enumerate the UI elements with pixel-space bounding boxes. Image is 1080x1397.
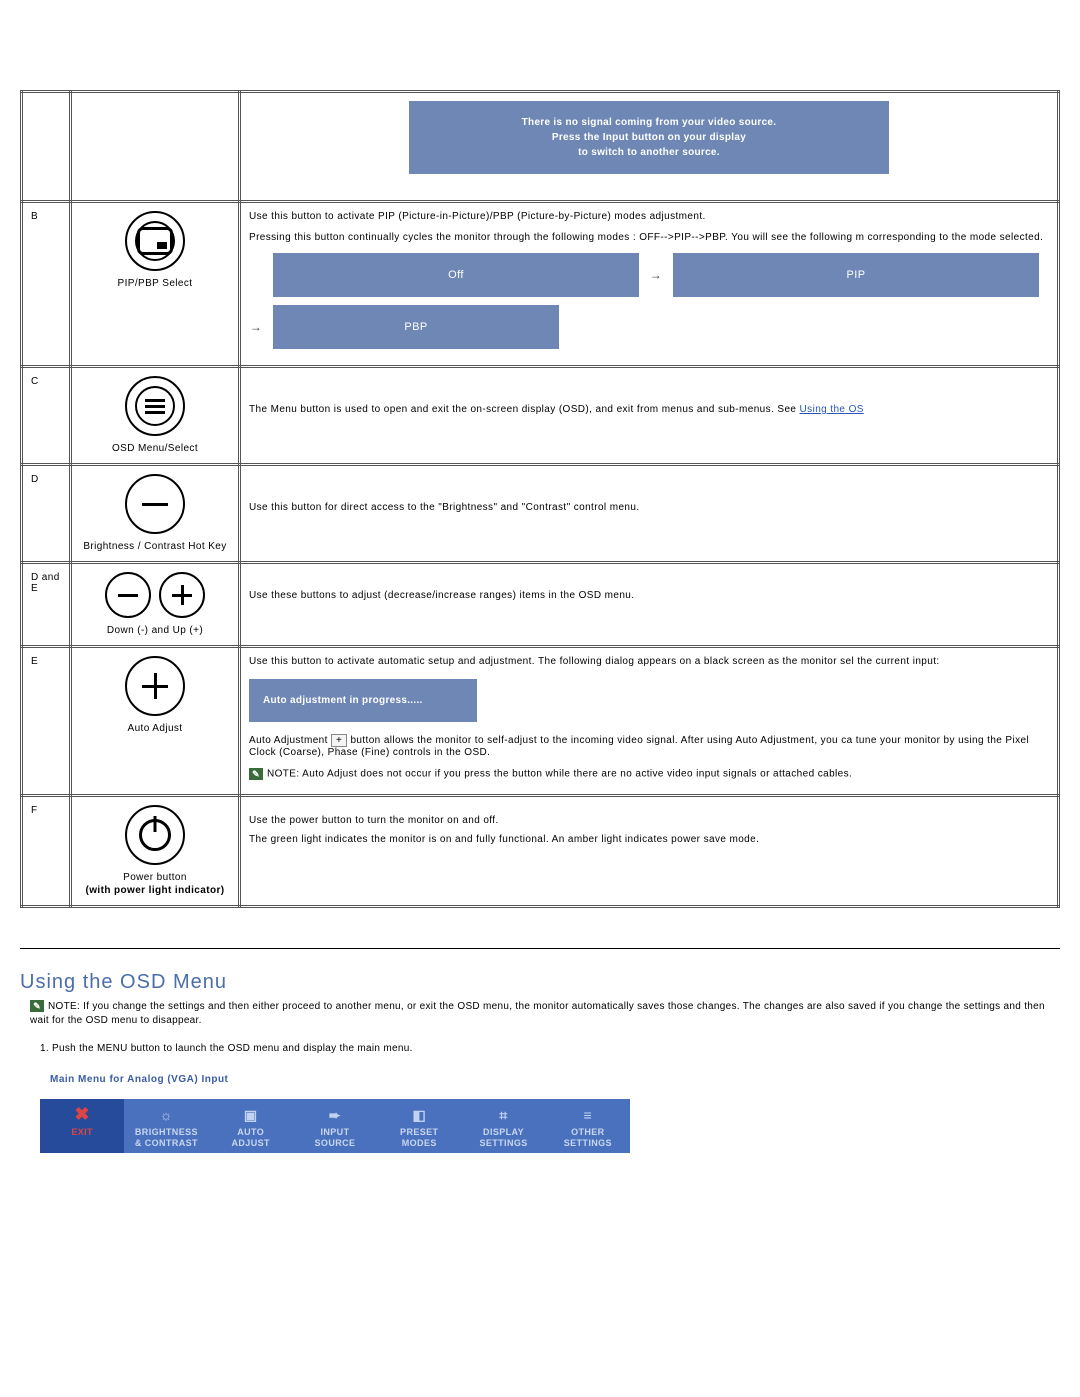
rowF-p1: Use the power button to turn the monitor… <box>249 815 1049 826</box>
row-icon-B: PIP/PBP Select <box>71 202 240 367</box>
rowDE-p1: Use these buttons to adjust (decrease/in… <box>249 590 1049 601</box>
osd-tab-exit-label: EXIT <box>71 1127 93 1137</box>
rowF-p2: The green light indicates the monitor is… <box>249 834 1049 845</box>
row-desc-F: Use the power button to turn the monitor… <box>240 796 1059 907</box>
input-source-icon: ➨ <box>295 1105 375 1125</box>
osd-menu-heading: Using the OSD Menu <box>20 971 1060 994</box>
cell-key-empty <box>22 92 71 202</box>
row-icon-D: Brightness / Contrast Hot Key <box>71 465 240 563</box>
row-icon-F: Power button (with power light indicator… <box>71 796 240 907</box>
minus-button-icon <box>125 474 185 534</box>
row-desc-B: Use this button to activate PIP (Picture… <box>240 202 1059 367</box>
osd-note-block: ✎NOTE: If you change the settings and th… <box>30 1000 1060 1027</box>
auto-adjust-caption: Auto Adjust <box>128 722 183 735</box>
auto-adjust-dialog: Auto adjustment in progress..... <box>249 679 477 722</box>
row-key-F: F <box>22 796 71 907</box>
row-desc-E: Use this button to activate automatic se… <box>240 647 1059 796</box>
no-signal-l1: There is no signal coming from your vide… <box>522 117 777 128</box>
osd-tab-preset-modes[interactable]: ◧ PRESETMODES <box>377 1099 461 1153</box>
rowB-p1: Use this button to activate PIP (Picture… <box>249 211 1049 222</box>
osd-tab-display-settings[interactable]: ⌗ DISPLAYSETTINGS <box>461 1099 545 1153</box>
row-key-C: C <box>22 367 71 465</box>
arrow-icon: → <box>649 268 663 282</box>
row-desc-C: The Menu button is used to open and exit… <box>240 367 1059 465</box>
cell-icon-empty <box>71 92 240 202</box>
rowE-p2a: Auto Adjustment <box>249 735 331 746</box>
display-settings-icon: ⌗ <box>463 1105 543 1125</box>
row-desc-DE: Use these buttons to adjust (decrease/in… <box>240 563 1059 647</box>
down-up-caption: Down (-) and Up (+) <box>107 624 203 637</box>
rowB-p2: Pressing this button continually cycles … <box>249 232 1049 243</box>
osd-tab-input-source[interactable]: ➨ INPUTSOURCE <box>293 1099 377 1153</box>
osd-tab-exit[interactable]: ✖ EXIT <box>40 1099 124 1153</box>
close-icon: ✖ <box>42 1105 122 1125</box>
menu-caption: OSD Menu/Select <box>112 442 198 455</box>
mode-off: Off <box>273 253 639 297</box>
down-button-icon <box>105 572 151 618</box>
row-key-B: B <box>22 202 71 367</box>
rowE-p1: Use this button to activate automatic se… <box>249 656 1049 667</box>
osd-note: NOTE: If you change the settings and the… <box>30 1001 1045 1026</box>
note-icon: ✎ <box>30 1000 44 1012</box>
power-button-icon <box>125 805 185 865</box>
row-icon-C: OSD Menu/Select <box>71 367 240 465</box>
rowC-p1: The Menu button is used to open and exit… <box>249 404 800 415</box>
note-icon: ✎ <box>249 768 263 780</box>
mode-pbp: PBP <box>273 305 559 349</box>
menu-button-icon <box>125 376 185 436</box>
section-divider <box>20 948 1060 949</box>
row-icon-E: Auto Adjust <box>71 647 240 796</box>
row-key-E: E <box>22 647 71 796</box>
osd-tab-other-settings[interactable]: ≡ OTHERSETTINGS <box>546 1099 630 1153</box>
row-desc-D: Use this button for direct access to the… <box>240 465 1059 563</box>
power-caption: Power button <box>123 872 187 883</box>
rowD-p1: Use this button for direct access to the… <box>249 502 1049 513</box>
other-settings-icon: ≡ <box>548 1105 628 1125</box>
cell-desc-nosignal: There is no signal coming from your vide… <box>240 92 1059 202</box>
document-page: There is no signal coming from your vide… <box>0 90 1080 1153</box>
power-caption-bold: (with power light indicator) <box>86 885 225 896</box>
row-key-DE: D and E <box>22 563 71 647</box>
up-button-icon <box>159 572 205 618</box>
no-signal-l2: Press the Input button on your display <box>552 132 746 143</box>
preset-modes-icon: ◧ <box>379 1105 459 1125</box>
osd-step-1: 1. Push the MENU button to launch the OS… <box>40 1043 1060 1054</box>
rowE-note: NOTE: Auto Adjust does not occur if you … <box>267 769 852 780</box>
mode-pip: PIP <box>673 253 1039 297</box>
osd-main-menu-bar: ✖ EXIT ☼ BRIGHTNESS& CONTRAST ▣ AUTOADJU… <box>40 1099 630 1153</box>
row-icon-DE: Down (-) and Up (+) <box>71 563 240 647</box>
plus-inline-icon: + <box>331 734 347 747</box>
brightness-contrast-caption: Brightness / Contrast Hot Key <box>83 540 226 553</box>
pip-pbp-button-icon <box>125 211 185 271</box>
using-osd-link[interactable]: Using the OS <box>800 404 864 415</box>
arrow-icon: → <box>249 320 263 334</box>
no-signal-message: There is no signal coming from your vide… <box>409 101 889 174</box>
no-signal-l3: to switch to another source. <box>578 147 720 158</box>
front-panel-buttons-table: There is no signal coming from your vide… <box>20 90 1060 908</box>
osd-tab-auto-adjust[interactable]: ▣ AUTOADJUST <box>209 1099 293 1153</box>
auto-adjust-icon: ▣ <box>211 1105 291 1125</box>
osd-tab-brightness-contrast[interactable]: ☼ BRIGHTNESS& CONTRAST <box>124 1099 208 1153</box>
row-key-D: D <box>22 465 71 563</box>
osd-subhead: Main Menu for Analog (VGA) Input <box>50 1074 1060 1085</box>
rowE-p2b: button allows the monitor to self-adjust… <box>249 735 1029 758</box>
plus-button-icon <box>125 656 185 716</box>
pip-pbp-caption: PIP/PBP Select <box>118 277 193 290</box>
brightness-icon: ☼ <box>126 1105 206 1125</box>
